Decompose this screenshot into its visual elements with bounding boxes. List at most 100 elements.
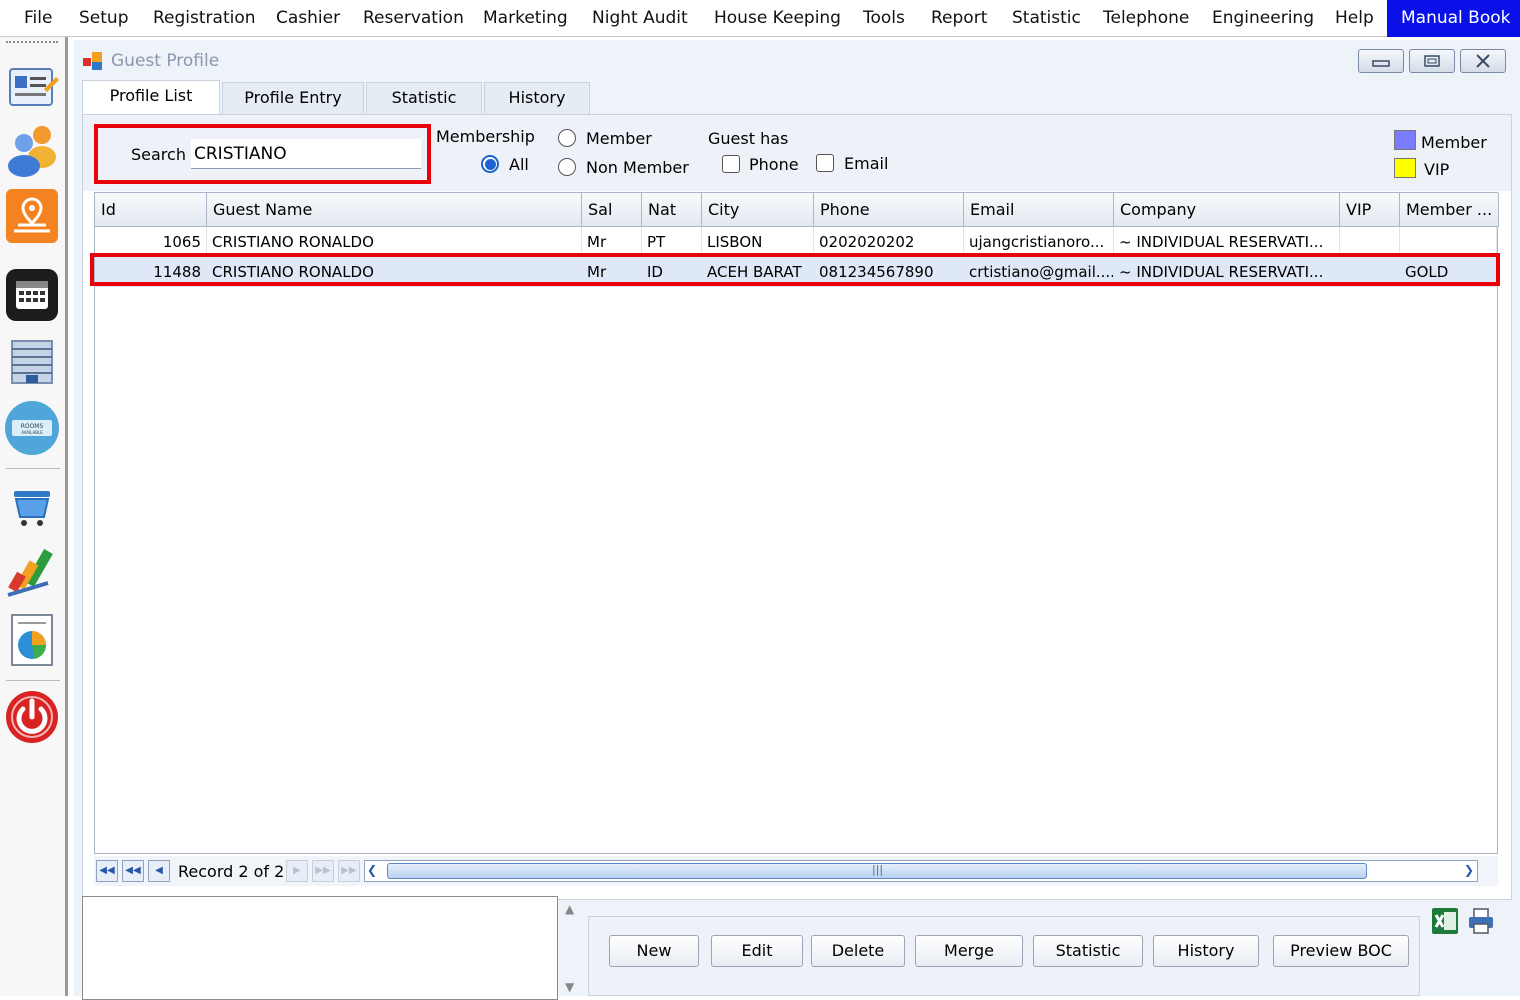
svg-text:AVAILABLE: AVAILABLE [21, 430, 43, 435]
menu-night-audit[interactable]: Night Audit [592, 0, 688, 37]
guest-card-icon[interactable] [4, 59, 60, 117]
prev-page-icon[interactable]: ◀◀ [122, 860, 144, 882]
column-header-email[interactable]: Email [964, 193, 1114, 227]
new-button[interactable]: New [609, 935, 699, 967]
power-icon[interactable] [4, 687, 60, 745]
bar-chart-icon[interactable] [4, 543, 60, 601]
scroll-right-icon[interactable]: ❯ [1464, 863, 1474, 877]
column-header-city[interactable]: City [702, 193, 814, 227]
menu-setup[interactable]: Setup [79, 0, 128, 37]
scrollbar-thumb[interactable]: ||| [387, 863, 1367, 879]
delete-button[interactable]: Delete [811, 935, 905, 967]
menu-help[interactable]: Help [1335, 0, 1374, 37]
tab-history[interactable]: History [484, 82, 590, 114]
radio-all-label: All [509, 155, 529, 174]
prev-record-icon[interactable]: ◀ [148, 860, 170, 882]
next-record-icon[interactable]: ▶ [286, 860, 308, 882]
radio-non-member-label: Non Member [586, 158, 689, 177]
window-titlebar: Guest Profile [74, 40, 1520, 80]
toolbar-separator [6, 468, 60, 469]
column-header-phone[interactable]: Phone [814, 193, 964, 227]
map-pin-icon[interactable] [4, 187, 60, 245]
pie-report-icon[interactable] [4, 611, 60, 669]
menu-cashier[interactable]: Cashier [276, 0, 340, 37]
menu-registration[interactable]: Registration [153, 0, 256, 37]
column-header-id[interactable]: Id [95, 193, 207, 227]
phone-checkbox[interactable] [722, 155, 740, 173]
menu-manual-book[interactable]: Manual Book [1387, 0, 1520, 37]
radio-non-member[interactable] [558, 158, 576, 176]
merge-button[interactable]: Merge [915, 935, 1023, 967]
menu-tools[interactable]: Tools [863, 0, 905, 37]
email-checkbox-label: Email [844, 154, 889, 173]
tab-profile-entry[interactable]: Profile Entry [222, 82, 364, 114]
tab-statistic[interactable]: Statistic [366, 82, 482, 114]
close-icon [1476, 54, 1490, 68]
member-color-swatch [1394, 130, 1416, 150]
radio-member-label: Member [586, 129, 652, 148]
window-title: Guest Profile [111, 51, 220, 71]
last-record-icon[interactable]: ▶▶ [338, 860, 360, 882]
users-icon[interactable] [4, 121, 60, 179]
highlight-selected-row [90, 253, 1500, 286]
membership-label: Membership [436, 127, 535, 146]
phone-checkbox-label: Phone [749, 155, 799, 174]
left-toolbar: ROOMS AVAILABLE [0, 37, 68, 996]
restore-icon [1424, 55, 1440, 67]
legend-member-label: Member [1421, 133, 1487, 152]
column-header-company[interactable]: Company [1114, 193, 1340, 227]
record-counter: Record 2 of 2 [178, 862, 285, 881]
column-header-guest-name[interactable]: Guest Name [207, 193, 582, 227]
history-button[interactable]: History [1153, 935, 1259, 967]
menu-report[interactable]: Report [931, 0, 987, 37]
building-icon[interactable] [4, 333, 60, 391]
toolbar-grip [6, 41, 58, 43]
radio-all[interactable] [481, 155, 499, 173]
email-checkbox[interactable] [816, 154, 834, 172]
calendar-icon[interactable] [4, 265, 60, 323]
grip-icon: ||| [872, 863, 884, 876]
minimize-icon [1372, 60, 1390, 67]
menu-reservation[interactable]: Reservation [363, 0, 464, 37]
menu-statistic[interactable]: Statistic [1012, 0, 1081, 37]
action-button-bar: New Edit Delete Merge Statistic History … [588, 916, 1420, 996]
statistic-button[interactable]: Statistic [1033, 935, 1143, 967]
column-header-vip[interactable]: VIP [1340, 193, 1400, 227]
record-navigator: ◀◀ ◀◀ ◀ Record 2 of 2 ▶ ▶▶ ▶▶ ❮ ||| ❯ [94, 856, 1498, 886]
vip-color-swatch [1394, 158, 1416, 178]
notes-memo[interactable] [82, 896, 558, 1000]
first-record-icon[interactable]: ◀◀ [96, 860, 118, 882]
cart-icon[interactable] [4, 477, 60, 535]
rooms-available-icon[interactable]: ROOMS AVAILABLE [4, 399, 60, 457]
column-header-sal[interactable]: Sal [582, 193, 642, 227]
tab-profile-list[interactable]: Profile List [82, 80, 220, 114]
highlight-search-box [94, 124, 431, 184]
preview-boc-button[interactable]: Preview BOC [1273, 935, 1409, 967]
maximize-button[interactable] [1409, 49, 1455, 73]
scroll-left-icon[interactable]: ❮ [367, 863, 377, 877]
column-header-member[interactable]: Member ... [1400, 193, 1499, 227]
horizontal-scrollbar[interactable]: ❮ ||| ❯ [364, 860, 1478, 882]
next-page-icon[interactable]: ▶▶ [312, 860, 334, 882]
menu-engineering[interactable]: Engineering [1212, 0, 1314, 37]
menu-bar: File Setup Registration Cashier Reservat… [0, 0, 1520, 37]
memo-scroll-down-icon[interactable]: ▼ [565, 980, 574, 994]
menu-marketing[interactable]: Marketing [483, 0, 568, 37]
edit-button[interactable]: Edit [711, 935, 803, 967]
print-icon[interactable] [1466, 906, 1496, 936]
menu-telephone[interactable]: Telephone [1103, 0, 1189, 37]
svg-text:ROOMS: ROOMS [21, 423, 44, 430]
legend-vip-label: VIP [1424, 160, 1450, 179]
app-window-icon [83, 52, 102, 70]
menu-house-keeping[interactable]: House Keeping [714, 0, 841, 37]
radio-member[interactable] [558, 129, 576, 147]
memo-scroll-up-icon[interactable]: ▲ [565, 902, 574, 916]
minimize-button[interactable] [1358, 49, 1404, 73]
column-header-nat[interactable]: Nat [642, 193, 702, 227]
close-button[interactable] [1460, 49, 1506, 73]
guest-grid: Id Guest Name Sal Nat City Phone Email C… [94, 192, 1499, 854]
guest-has-label: Guest has [708, 129, 789, 148]
toolbar-separator [6, 680, 60, 681]
menu-file[interactable]: File [24, 0, 52, 37]
excel-export-icon[interactable] [1430, 906, 1460, 936]
